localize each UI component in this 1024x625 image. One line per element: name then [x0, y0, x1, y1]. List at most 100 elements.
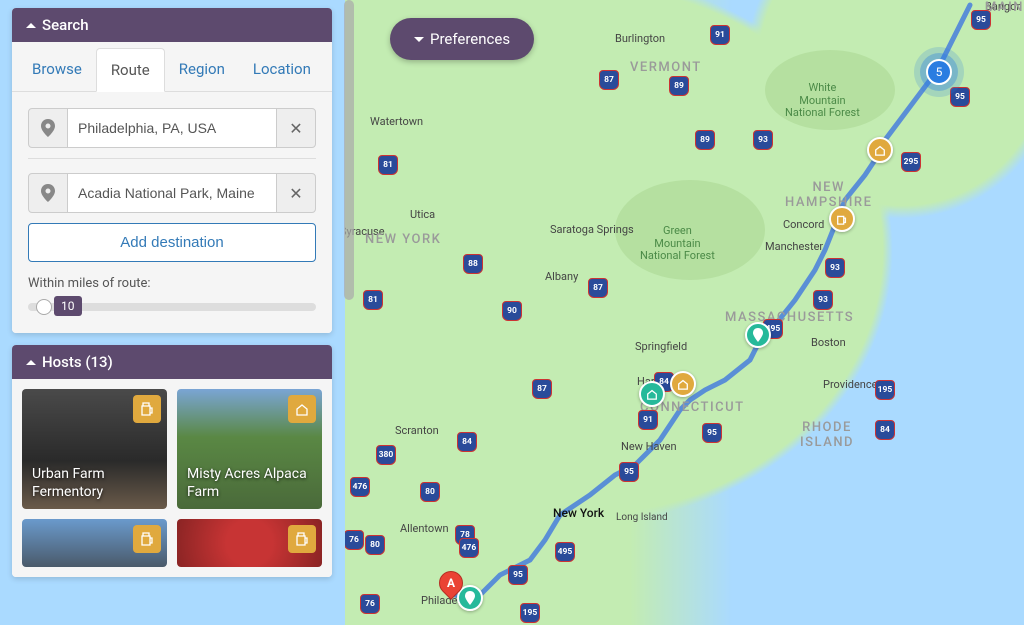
interstate-shield-icon: 476: [459, 538, 479, 558]
state-label: MASSACHUSETTS: [725, 310, 854, 325]
interstate-shield-icon: 95: [702, 423, 722, 443]
interstate-shield-icon: 81: [363, 290, 383, 310]
city-label: Allentown: [400, 522, 449, 535]
city-label: New York: [553, 506, 604, 520]
interstate-shield-icon: 89: [669, 76, 689, 96]
interstate-shield-icon: 87: [532, 379, 552, 399]
host-marker[interactable]: [639, 381, 665, 407]
route-form: ✕ ✕ Add destination Within miles of rout…: [12, 92, 332, 333]
city-label: Utica: [410, 208, 435, 221]
map-pin-icon: [28, 108, 68, 148]
city-label: Providence: [823, 378, 877, 391]
city-label: Albany: [545, 270, 578, 283]
clear-destination-2[interactable]: ✕: [276, 173, 316, 213]
hosts-grid: Urban Farm Fermentory Misty Acres Alpaca…: [12, 379, 332, 577]
preferences-label: Preferences: [430, 30, 510, 48]
caret-down-icon: [414, 37, 424, 42]
interstate-shield-icon: 93: [825, 258, 845, 278]
brewery-icon: [133, 395, 161, 423]
divider: [28, 158, 316, 159]
slider-value: 10: [54, 296, 82, 316]
host-card[interactable]: Misty Acres Alpaca Farm: [177, 389, 322, 509]
slider-label: Within miles of route:: [28, 276, 316, 291]
brewery-icon: [133, 525, 161, 553]
interstate-shield-icon: 91: [638, 410, 658, 430]
city-label: Burlington: [615, 32, 665, 45]
interstate-shield-icon: 88: [463, 254, 483, 274]
interstate-shield-icon: 295: [901, 152, 921, 172]
search-header[interactable]: Search: [12, 8, 332, 42]
cluster-count: 5: [936, 65, 943, 79]
state-label: NEWHAMPSHIRE: [785, 180, 872, 210]
host-card[interactable]: [177, 519, 322, 567]
park-label: GreenMountainNational Forest: [640, 225, 715, 263]
interstate-shield-icon: 80: [420, 482, 440, 502]
interstate-shield-icon: 380: [376, 445, 396, 465]
interstate-shield-icon: 95: [619, 462, 639, 482]
search-title: Search: [42, 16, 89, 34]
interstate-shield-icon: 93: [753, 130, 773, 150]
interstate-shield-icon: 95: [950, 87, 970, 107]
caret-up-icon: [26, 360, 36, 365]
city-label: Springfield: [635, 340, 687, 353]
interstate-shield-icon: 95: [971, 10, 991, 30]
tab-region[interactable]: Region: [165, 48, 239, 91]
host-title: Urban Farm Fermentory: [32, 466, 157, 501]
interstate-shield-icon: 84: [875, 420, 895, 440]
host-card[interactable]: [22, 519, 167, 567]
interstate-shield-icon: 84: [457, 432, 477, 452]
destination-input-1[interactable]: [68, 108, 276, 148]
host-title: Misty Acres Alpaca Farm: [187, 466, 312, 501]
city-label: Scranton: [395, 424, 439, 437]
hosts-header[interactable]: Hosts (13): [12, 345, 332, 379]
map[interactable]: BangorBurlingtonWatertownUticaSyracuseSa…: [345, 0, 1024, 625]
preferences-button[interactable]: Preferences: [390, 18, 534, 60]
host-cluster-marker[interactable]: 5: [926, 59, 952, 85]
host-marker[interactable]: [670, 371, 696, 397]
hosts-panel: Hosts (13) Urban Farm Fermentory Misty A…: [12, 345, 332, 577]
tab-location[interactable]: Location: [239, 48, 325, 91]
city-label: Long Island: [616, 512, 668, 523]
host-marker[interactable]: [829, 206, 855, 232]
tab-route[interactable]: Route: [96, 48, 165, 92]
search-tabs: Browse Route Region Location: [12, 42, 332, 92]
slider-handle[interactable]: [36, 299, 52, 315]
miles-slider[interactable]: 10: [28, 297, 316, 317]
clear-destination-1[interactable]: ✕: [276, 108, 316, 148]
interstate-shield-icon: 87: [588, 278, 608, 298]
destination-row-2: ✕: [28, 173, 316, 213]
interstate-shield-icon: 90: [502, 301, 522, 321]
city-label: Boston: [811, 336, 846, 349]
city-label: Manchester: [765, 240, 823, 253]
interstate-shield-icon: 495: [555, 542, 575, 562]
state-label: NEW YORK: [365, 232, 441, 247]
interstate-shield-icon: 95: [508, 565, 528, 585]
sidebar: Search Browse Route Region Location ✕: [12, 8, 332, 589]
search-panel: Search Browse Route Region Location ✕: [12, 8, 332, 333]
caret-up-icon: [26, 23, 36, 28]
state-label: VERMONT: [630, 60, 702, 75]
city-label: Saratoga Springs: [550, 223, 634, 236]
host-card[interactable]: Urban Farm Fermentory: [22, 389, 167, 509]
interstate-shield-icon: 81: [378, 155, 398, 175]
host-marker[interactable]: [745, 322, 771, 348]
city-label: Watertown: [370, 115, 423, 128]
destination-row-1: ✕: [28, 108, 316, 148]
brewery-icon: [288, 525, 316, 553]
farm-icon: [288, 395, 316, 423]
host-marker[interactable]: [867, 137, 893, 163]
hosts-title: Hosts (13): [42, 353, 113, 371]
interstate-shield-icon: 89: [695, 130, 715, 150]
interstate-shield-icon: 87: [599, 70, 619, 90]
interstate-shield-icon: 76: [345, 530, 364, 550]
tab-browse[interactable]: Browse: [18, 48, 96, 91]
scrollbar[interactable]: [344, 0, 354, 300]
interstate-shield-icon: 93: [813, 290, 833, 310]
destination-input-2[interactable]: [68, 173, 276, 213]
interstate-shield-icon: 76: [360, 594, 380, 614]
city-label: New Haven: [621, 440, 677, 453]
interstate-shield-icon: 195: [520, 603, 540, 623]
add-destination-button[interactable]: Add destination: [28, 223, 316, 262]
state-label: RHODEISLAND: [800, 420, 854, 450]
interstate-shield-icon: 195: [875, 380, 895, 400]
